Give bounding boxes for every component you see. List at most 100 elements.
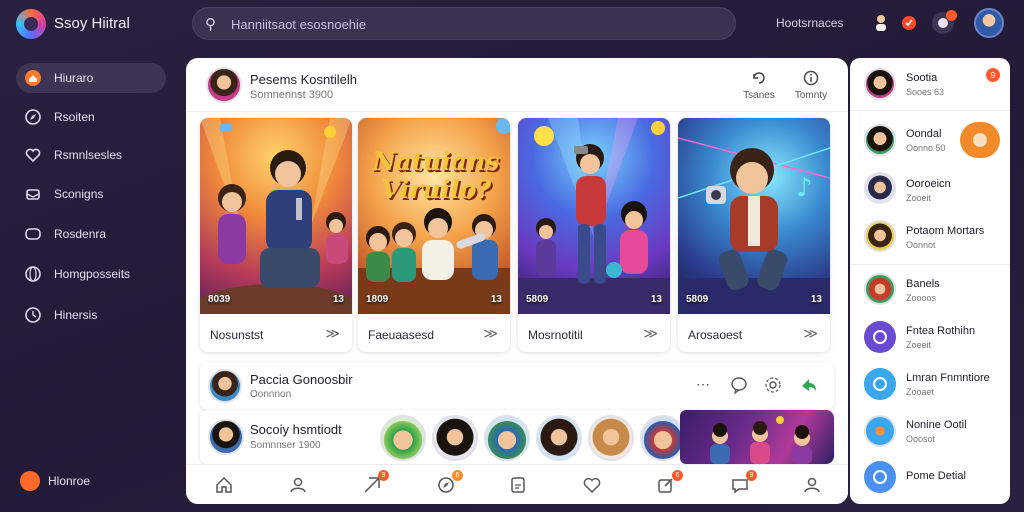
forward-icon[interactable]: ≫ <box>325 325 340 342</box>
settings-icon[interactable] <box>764 376 782 397</box>
group-icon <box>864 321 896 353</box>
video-thumbnail[interactable]: 5809 13 <box>518 118 670 314</box>
story-avatar[interactable] <box>432 415 478 461</box>
explore-icon[interactable]: 6 <box>434 470 463 496</box>
view-count: 5809 <box>526 294 549 305</box>
avatar <box>864 415 896 447</box>
list-item[interactable]: Paccia Gonoosbir Oonnnon ⋯ <box>200 362 834 410</box>
video-thumbnail[interactable]: ♪ 5809 13 <box>678 118 830 314</box>
notification-badge: 6 <box>672 470 683 481</box>
notification-badge: 9 <box>378 470 389 481</box>
sidebar-item-explore[interactable]: Rsoiten <box>16 102 166 132</box>
avatar[interactable] <box>208 369 242 403</box>
search-input[interactable] <box>231 14 711 34</box>
document-icon[interactable] <box>506 474 530 496</box>
comment-icon[interactable] <box>730 376 748 397</box>
top-bar: Ssoy Hiitral ⚲ Hootsrnaces <box>0 0 1024 48</box>
top-nav-link[interactable]: Hootsrnaces <box>776 16 843 30</box>
card-title[interactable]: Mosrnotitil <box>528 328 583 342</box>
avatar <box>864 68 896 100</box>
info-button[interactable]: Tomnty <box>788 70 834 101</box>
account-icon[interactable] <box>800 474 824 496</box>
info-label: Tomnty <box>794 90 828 101</box>
video-card[interactable]: ♪ 5809 13 Arosaoest ≫ <box>678 118 830 352</box>
contact-status: Zooeit <box>906 193 932 203</box>
forward-icon[interactable]: ≫ <box>483 325 498 342</box>
share-label: Tsanes <box>743 90 775 101</box>
sidebar-item-chat[interactable]: Rosdenra <box>16 219 166 249</box>
contact-name: Fntea Rothihn <box>906 325 976 337</box>
avatar <box>864 124 896 156</box>
video-card-row: 8039 13 Nosunstst ≫ Natuians Viruilo? 18 <box>200 118 834 352</box>
more-icon[interactable]: ⋯ <box>696 376 710 393</box>
inbox-icon <box>24 185 42 203</box>
sidebar-item-favorites[interactable]: Rsmnlsesles <box>16 140 166 170</box>
notification-icon[interactable] <box>898 12 920 34</box>
avatar[interactable] <box>206 67 242 103</box>
home-icon <box>24 69 42 87</box>
contacts-panel: 9 Sootia Sooes 63 Oondal Oonno 50 Ooroei… <box>850 58 1010 504</box>
contact-name: Nonine Ootil <box>906 419 967 431</box>
card-title[interactable]: Faeuaasesd <box>368 328 434 342</box>
contact-name: Ooroeicn <box>906 178 951 190</box>
sidebar-item-label: Rosdenra <box>54 227 107 241</box>
chat-icon[interactable]: 9 <box>728 470 757 496</box>
contact-status: Oonnot <box>906 240 936 250</box>
send-icon[interactable]: 9 <box>360 470 389 496</box>
video-thumbnail[interactable]: 8039 13 <box>200 118 352 314</box>
video-card[interactable]: 8039 13 Nosunstst ≫ <box>200 118 352 352</box>
sidebar-item-community[interactable]: Homgposseits <box>16 259 166 289</box>
card-title[interactable]: Nosunstst <box>210 328 263 342</box>
profile-icon[interactable] <box>286 474 310 496</box>
avatar <box>864 273 896 305</box>
app-title: Ssoy Hiitral <box>54 15 130 32</box>
contact-name: Potaom Mortars <box>906 225 985 237</box>
home-icon[interactable] <box>212 474 236 496</box>
card-title[interactable]: Arosaoest <box>688 328 742 342</box>
messages-icon[interactable] <box>932 10 957 34</box>
sidebar-footer-item[interactable]: Hlonroe <box>16 468 166 494</box>
sidebar-item-label: Hinersis <box>54 308 98 322</box>
video-thumbnail[interactable]: Natuians Viruilo? 1809 13 <box>358 118 510 314</box>
user-figure-icon[interactable] <box>870 12 892 34</box>
story-avatar[interactable] <box>588 415 634 461</box>
thumbnail-title: Natuians Viruilo? <box>372 147 500 204</box>
contact-status: Ooosot <box>906 434 936 444</box>
sidebar-item-inbox[interactable]: Sconigns <box>16 179 166 209</box>
duration-label: 13 <box>650 294 662 305</box>
forward-icon[interactable]: ≫ <box>803 325 818 342</box>
duration-label: 13 <box>810 294 822 305</box>
contact-status: Sooes 63 <box>906 87 945 97</box>
header-name: Pesems Kosntilelh <box>250 72 357 87</box>
sidebar-item-history[interactable]: Hinersis <box>16 300 166 330</box>
share-icon <box>736 70 782 88</box>
contact-status: Zooaet <box>906 387 935 397</box>
profile-avatar[interactable] <box>974 8 1004 38</box>
share-button[interactable]: Tsanes <box>736 70 782 101</box>
story-thumbnail[interactable] <box>680 410 834 464</box>
video-card[interactable]: 5809 13 Mosrnotitil ≫ <box>518 118 670 352</box>
story-avatar[interactable] <box>380 415 426 461</box>
forward-icon[interactable] <box>800 376 818 397</box>
contact-name: Pome Detial <box>906 470 966 482</box>
search-bar[interactable]: ⚲ <box>192 7 736 40</box>
view-count: 1809 <box>366 294 389 305</box>
divider <box>850 110 1010 111</box>
app-logo[interactable] <box>16 9 46 39</box>
view-count: 5809 <box>686 294 709 305</box>
item-name: Paccia Gonoosbir <box>250 372 353 387</box>
avatar[interactable] <box>208 419 244 455</box>
sidebar-item-home[interactable]: Hiuraro <box>16 63 166 93</box>
contact-name: Sootia <box>906 72 938 84</box>
search-icon: ⚲ <box>205 16 216 33</box>
contact-status: Zoooos <box>906 293 937 303</box>
header-subtitle: Somnennst 3900 <box>250 89 334 101</box>
edit-icon[interactable]: 6 <box>654 470 683 496</box>
forward-icon[interactable]: ≫ <box>643 325 658 342</box>
video-card[interactable]: Natuians Viruilo? 1809 13 Faeuaasesd ≫ <box>358 118 510 352</box>
contact-name: Banels <box>906 278 940 290</box>
heart-icon[interactable] <box>580 474 604 496</box>
story-avatar[interactable] <box>536 415 582 461</box>
call-button[interactable] <box>960 122 1000 158</box>
story-avatar[interactable] <box>484 415 530 461</box>
